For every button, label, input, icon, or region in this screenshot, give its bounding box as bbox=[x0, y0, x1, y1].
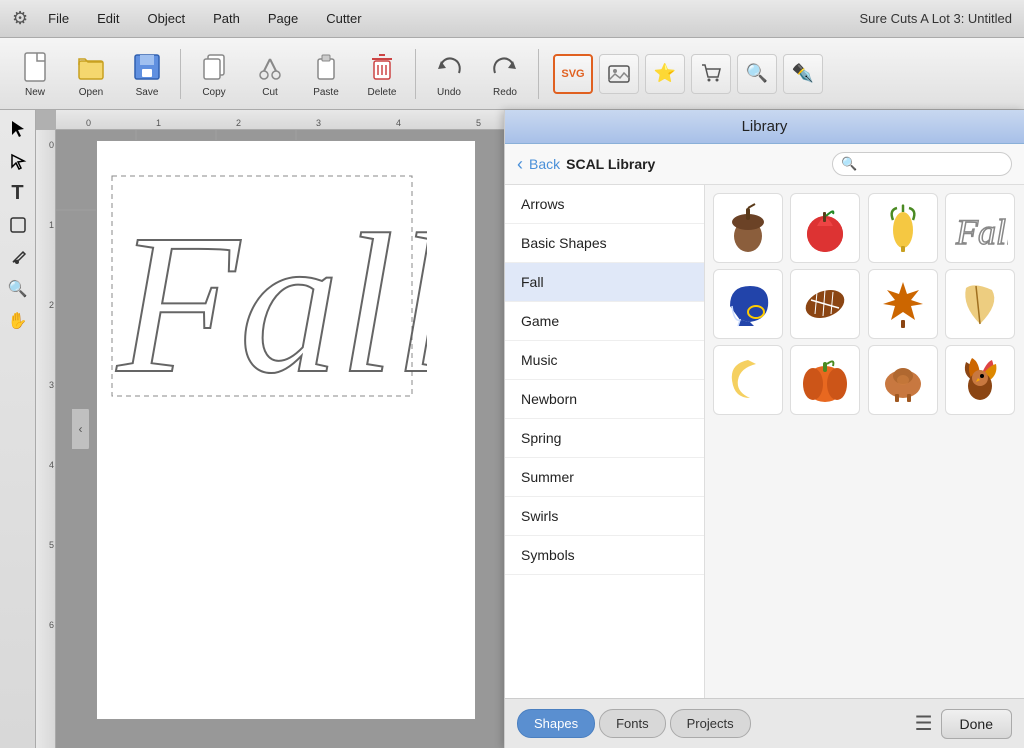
list-view-icon[interactable]: ☰ bbox=[915, 711, 933, 736]
footer-right: ☰ Done bbox=[915, 709, 1012, 739]
category-newborn[interactable]: Newborn bbox=[505, 380, 704, 419]
open-button[interactable]: Open bbox=[64, 42, 118, 106]
back-arrow-icon[interactable]: ‹ bbox=[517, 154, 523, 175]
paste-button[interactable]: Paste bbox=[299, 42, 353, 106]
tab-group: Shapes Fonts Projects bbox=[517, 709, 751, 738]
library-header: Library bbox=[505, 110, 1024, 144]
image-button[interactable] bbox=[599, 54, 639, 94]
shape-grid: Fall bbox=[705, 185, 1024, 698]
main-area: T 🔍 ✋ 0 1 2 3 4 5 0 1 2 3 4 5 6 bbox=[0, 110, 1024, 748]
pen-tool-button[interactable]: ✒️ bbox=[783, 54, 823, 94]
cut-button[interactable]: Cut bbox=[243, 42, 297, 106]
titlebar: ⚙ File Edit Object Path Page Cutter Sure… bbox=[0, 0, 1024, 38]
category-music[interactable]: Music bbox=[505, 341, 704, 380]
menu-file[interactable]: File bbox=[44, 9, 73, 28]
shape-pumpkin[interactable] bbox=[790, 345, 860, 415]
shape-roast-turkey[interactable] bbox=[868, 345, 938, 415]
copy-button[interactable]: Copy bbox=[187, 42, 241, 106]
menu-page[interactable]: Page bbox=[264, 9, 302, 28]
shape-corn[interactable] bbox=[868, 193, 938, 263]
category-fall[interactable]: Fall bbox=[505, 263, 704, 302]
done-button[interactable]: Done bbox=[941, 709, 1012, 739]
right-toolbar: SVG ⭐ 🔍 ✒️ bbox=[553, 54, 823, 94]
text-tool[interactable]: T bbox=[3, 178, 33, 208]
svg-text:Fall: Fall bbox=[115, 194, 427, 411]
library-footer: Shapes Fonts Projects ☰ Done bbox=[505, 698, 1024, 748]
library-title: Library bbox=[742, 118, 788, 135]
separator-2 bbox=[415, 49, 416, 99]
library-search-input[interactable] bbox=[857, 157, 1003, 172]
pan-tool[interactable]: ✋ bbox=[3, 306, 33, 336]
category-swirls[interactable]: Swirls bbox=[505, 497, 704, 536]
shape-fall-text[interactable]: Fall bbox=[945, 193, 1015, 263]
canvas-page: Fall bbox=[96, 140, 476, 720]
library-search-box[interactable]: 🔍 bbox=[832, 152, 1012, 176]
category-arrows[interactable]: Arrows bbox=[505, 185, 704, 224]
app-title: Sure Cuts A Lot 3: Untitled bbox=[860, 11, 1012, 26]
shape-turkey-bird[interactable] bbox=[945, 345, 1015, 415]
shape-maple-leaf[interactable] bbox=[868, 269, 938, 339]
ruler-vertical: 0 1 2 3 4 5 6 bbox=[36, 130, 56, 748]
shape-football-helmet[interactable] bbox=[713, 269, 783, 339]
library-nav: ‹ Back SCAL Library 🔍 bbox=[505, 144, 1024, 185]
undo-button[interactable]: Undo bbox=[422, 42, 476, 106]
toolbar: New Open Save Copy Cut Paste bbox=[0, 38, 1024, 110]
library-nav-title: SCAL Library bbox=[566, 156, 655, 172]
zoom-tool[interactable]: 🔍 bbox=[3, 274, 33, 304]
star-button[interactable]: ⭐ bbox=[645, 54, 685, 94]
gear-icon[interactable]: ⚙ bbox=[12, 8, 28, 29]
category-spring[interactable]: Spring bbox=[505, 419, 704, 458]
redo-button[interactable]: Redo bbox=[478, 42, 532, 106]
tab-projects[interactable]: Projects bbox=[670, 709, 751, 738]
scroll-left-arrow[interactable]: ‹ bbox=[72, 409, 90, 449]
search-tool-button[interactable]: 🔍 bbox=[737, 54, 777, 94]
shape-tool[interactable] bbox=[3, 210, 33, 240]
cart-button[interactable] bbox=[691, 54, 731, 94]
save-button[interactable]: Save bbox=[120, 42, 174, 106]
new-button[interactable]: New bbox=[8, 42, 62, 106]
delete-button[interactable]: Delete bbox=[355, 42, 409, 106]
back-label[interactable]: Back bbox=[529, 156, 560, 172]
left-toolbox: T 🔍 ✋ bbox=[0, 110, 36, 748]
shape-crescent-moon[interactable] bbox=[713, 345, 783, 415]
shape-acorn[interactable] bbox=[713, 193, 783, 263]
category-symbols[interactable]: Symbols bbox=[505, 536, 704, 575]
pen-draw-tool[interactable] bbox=[3, 242, 33, 272]
shape-apple[interactable] bbox=[790, 193, 860, 263]
tab-fonts[interactable]: Fonts bbox=[599, 709, 666, 738]
library-body: Arrows Basic Shapes Fall Game Music Newb… bbox=[505, 185, 1024, 698]
svg-text:Fall: Fall bbox=[955, 212, 1008, 252]
separator-3 bbox=[538, 49, 539, 99]
menu-edit[interactable]: Edit bbox=[93, 9, 123, 28]
library-panel: Library ‹ Back SCAL Library 🔍 Arrows Bas… bbox=[504, 110, 1024, 748]
menu-object[interactable]: Object bbox=[144, 9, 190, 28]
menu-cutter[interactable]: Cutter bbox=[322, 9, 365, 28]
tab-shapes[interactable]: Shapes bbox=[517, 709, 595, 738]
select-tool[interactable] bbox=[3, 114, 33, 144]
category-game[interactable]: Game bbox=[505, 302, 704, 341]
shape-football[interactable] bbox=[790, 269, 860, 339]
node-tool[interactable] bbox=[3, 146, 33, 176]
menu-bar: File Edit Object Path Page Cutter bbox=[44, 9, 365, 28]
category-list: Arrows Basic Shapes Fall Game Music Newb… bbox=[505, 185, 705, 698]
category-basic-shapes[interactable]: Basic Shapes bbox=[505, 224, 704, 263]
menu-path[interactable]: Path bbox=[209, 9, 244, 28]
search-icon: 🔍 bbox=[841, 156, 857, 172]
separator-1 bbox=[180, 49, 181, 99]
svg-import-button[interactable]: SVG bbox=[553, 54, 593, 94]
category-summer[interactable]: Summer bbox=[505, 458, 704, 497]
shape-feather[interactable] bbox=[945, 269, 1015, 339]
